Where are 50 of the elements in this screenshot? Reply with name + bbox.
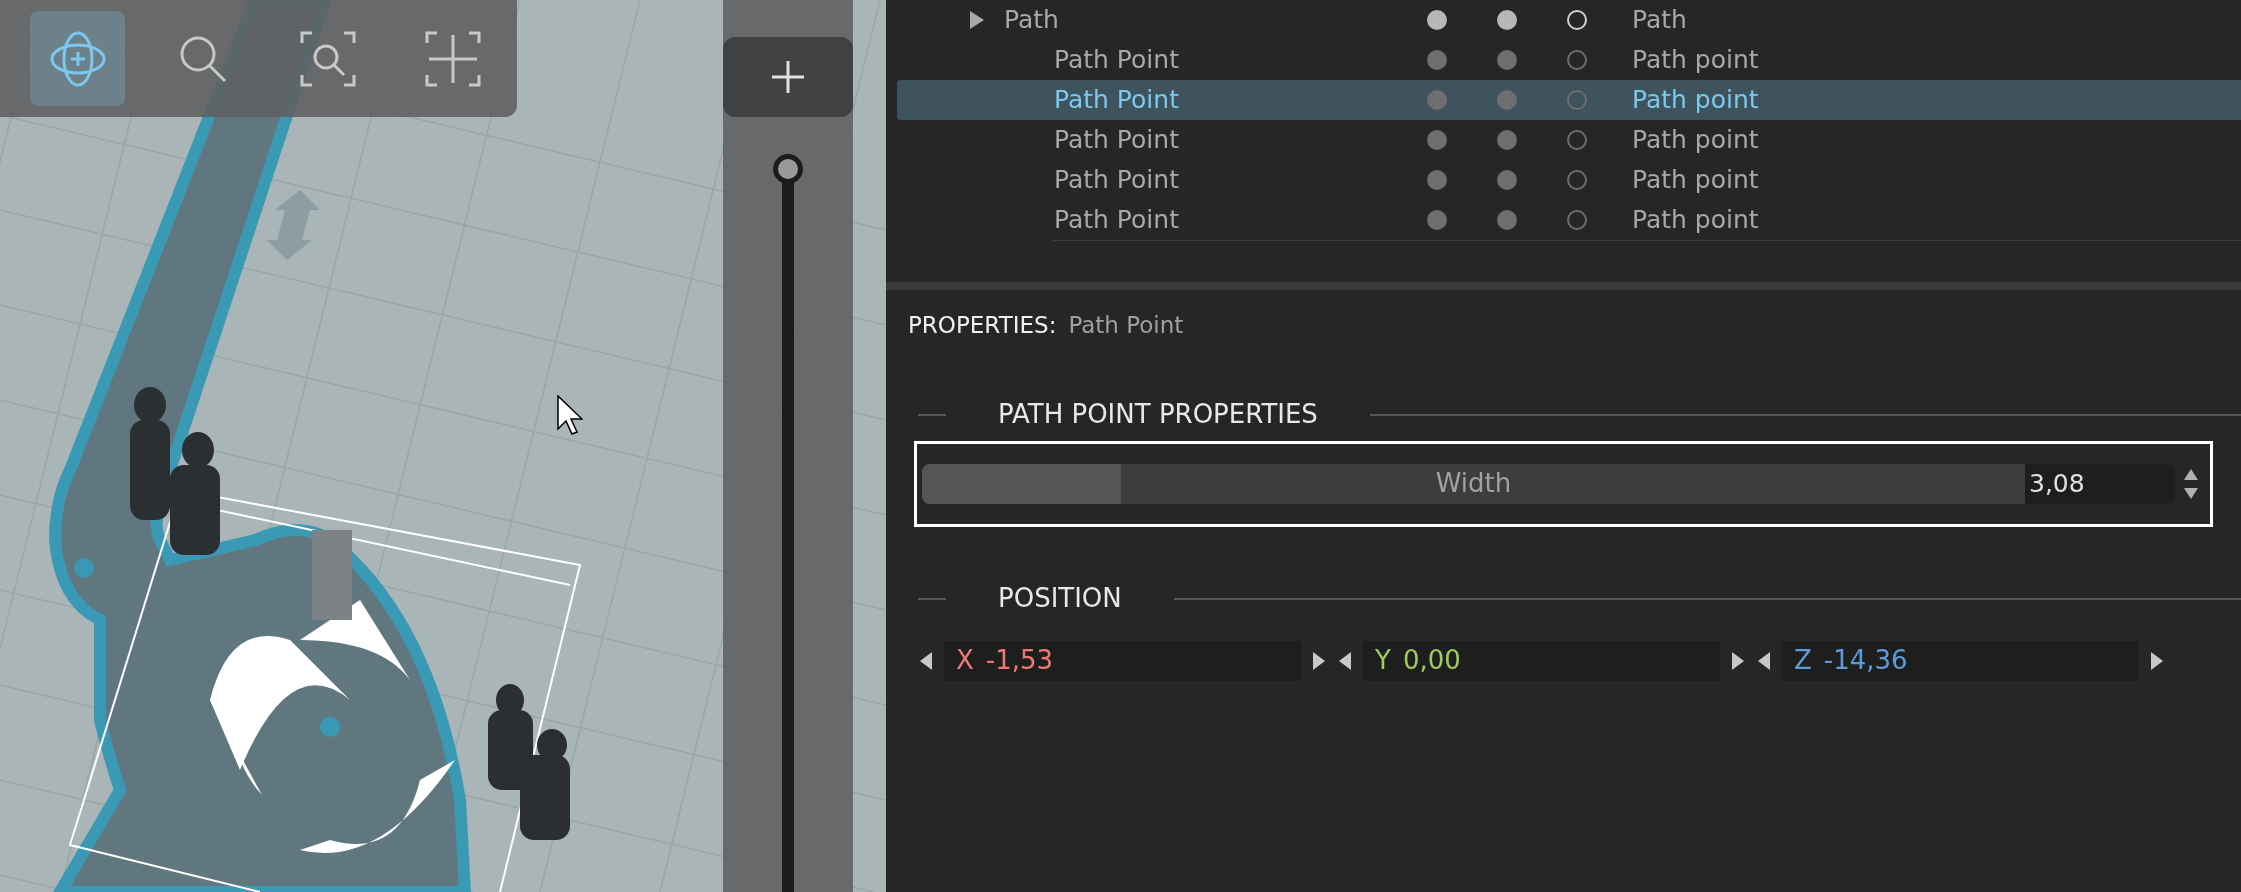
tree-row[interactable]: Path Point Path point <box>897 160 2241 200</box>
coordinate-field[interactable]: X -1,53 <box>944 640 1301 681</box>
item-name: Path Point <box>1054 84 1179 117</box>
tree-row[interactable]: Path Path <box>897 0 2241 40</box>
tree-row[interactable]: Path Point Path point <box>897 200 2241 240</box>
tree-row[interactable]: Path Point Path point <box>897 80 2241 120</box>
item-name: Path Point <box>1054 164 1179 197</box>
coordinate-field[interactable]: Z -14,36 <box>1782 640 2139 681</box>
width-slider[interactable]: Width <box>922 463 2025 504</box>
tree-row[interactable]: Path Point Path point <box>897 40 2241 80</box>
toolbar-button[interactable] <box>30 11 125 106</box>
value-field[interactable]: 3,08 <box>2025 463 2175 504</box>
item-name: Path Point <box>1054 124 1179 157</box>
item-type: Path <box>1632 4 1687 37</box>
item-type: Path point <box>1632 124 1759 157</box>
decrement-arrow-icon[interactable] <box>920 651 932 670</box>
axis-label: X <box>956 644 974 677</box>
tree-row[interactable]: Path Point Path point <box>897 120 2241 160</box>
item-type: Path point <box>1632 84 1759 117</box>
frame-icon <box>424 30 481 87</box>
plus-icon <box>770 59 806 95</box>
item-name: Path <box>1004 4 1059 37</box>
increment-arrow-icon[interactable] <box>1313 651 1325 670</box>
item-name: Path Point <box>1054 44 1179 77</box>
cursor-icon <box>557 395 583 435</box>
section-title: PATH POINT PROPERTIES <box>998 398 1318 431</box>
zoom-fit-icon <box>299 30 356 87</box>
axis-label: Z <box>1794 644 1812 677</box>
decrement-arrow-icon[interactable] <box>1758 651 1770 670</box>
item-name: Path Point <box>1054 204 1179 237</box>
slider-label: Width <box>1435 467 1512 500</box>
increment-arrow-icon[interactable] <box>2151 651 2163 670</box>
add-button[interactable] <box>723 37 853 117</box>
properties-label: PROPERTIES: <box>908 311 1057 340</box>
item-type: Path point <box>1632 204 1759 237</box>
axis-value: 0,00 <box>1402 644 1461 677</box>
item-type: Path point <box>1632 164 1759 197</box>
expand-arrow-icon[interactable] <box>970 11 984 29</box>
properties-subject: Path Point <box>1068 311 1184 340</box>
zoom-slider-thumb[interactable] <box>773 154 803 184</box>
axis-value: -1,53 <box>985 644 1054 677</box>
zoom-slider[interactable] <box>773 154 803 892</box>
axis-label: Y <box>1375 644 1391 677</box>
section-title: POSITION <box>998 582 1122 615</box>
axis-value: -14,36 <box>1823 644 1908 677</box>
item-type: Path point <box>1632 44 1759 77</box>
decrement-arrow-icon[interactable] <box>1339 651 1351 670</box>
coordinate-field[interactable]: Y 0,00 <box>1363 640 1720 681</box>
increment-arrow-icon[interactable] <box>1732 651 1744 670</box>
orbit-icon <box>49 30 106 87</box>
